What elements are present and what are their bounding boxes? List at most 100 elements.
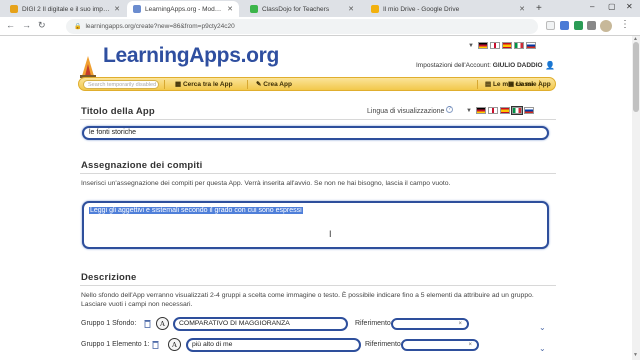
browser-tab-digi[interactable]: DIGI 2 Il digitale e il suo impatto ✕ — [4, 1, 126, 17]
group-1-element-1-label: Gruppo 1 Elemento 1: — [81, 341, 150, 348]
main-navigation: Search temporarily disabled ▦ Cerca tra … — [78, 77, 556, 91]
browse-apps-label: Cerca tra le App — [182, 81, 233, 88]
close-tab-icon[interactable]: ✕ — [114, 5, 120, 13]
grid-icon: ▦ — [175, 81, 183, 88]
selected-text: Leggi gli aggettivi e sistemali secondo … — [89, 207, 303, 214]
browser-toolbar: ← → ↻ 🔒 learningapps.org/create?new=86&f… — [0, 17, 640, 36]
browse-apps-link[interactable]: ▦ Cerca tra le App — [175, 80, 233, 88]
nav-divider — [247, 80, 248, 89]
my-apps-label: Le mie App — [515, 81, 551, 88]
flag-en-icon[interactable] — [489, 42, 500, 49]
chevron-down-icon[interactable]: ▼ — [466, 108, 472, 114]
flag-ru-icon[interactable] — [525, 42, 536, 49]
puzzle-icon[interactable] — [587, 21, 596, 30]
language-flags: ▼ — [468, 42, 536, 49]
account-settings[interactable]: Impostazioni dell'Account: GIULIO DADDIO — [416, 62, 543, 69]
star-icon[interactable] — [546, 21, 555, 30]
forward-icon[interactable]: → — [22, 20, 31, 30]
tab-title: LearningApps.org - Moduli e-lear — [145, 5, 223, 13]
group-1-element-1-input[interactable]: più alto di me — [186, 338, 361, 352]
chevron-down-icon[interactable]: ⌄ — [539, 323, 546, 332]
display-language-label: Lingua di visualizzazione — [367, 108, 445, 115]
browser-tab-learningapps[interactable]: LearningApps.org - Moduli e-lear ✕ — [127, 1, 239, 17]
task-assignment-textarea[interactable]: Leggi gli aggettivi e sistemali secondo … — [82, 201, 549, 249]
description-heading: Descrizione — [81, 272, 137, 283]
chevron-down-icon[interactable]: ⌄ — [539, 344, 546, 353]
text-mode-button[interactable]: A — [168, 338, 181, 351]
create-app-label: Crea App — [263, 81, 292, 88]
flag-ru-icon[interactable] — [523, 107, 534, 114]
reference-select[interactable]: × — [401, 339, 479, 351]
reference-label: Riferimento: — [365, 341, 403, 348]
help-icon[interactable]: ? — [446, 106, 453, 113]
extension-icon[interactable] — [560, 21, 569, 30]
minimize-icon[interactable]: – — [590, 2, 594, 11]
digi-favicon-icon — [10, 5, 18, 13]
tab-title: ClassDojo for Teachers — [262, 5, 330, 13]
profile-avatar[interactable] — [600, 20, 612, 32]
app-title-heading: Titolo della App — [81, 106, 155, 117]
page-content: LearningApps.org ▼ Impostazioni dell'Acc… — [0, 36, 632, 360]
flag-it-selected-icon[interactable] — [510, 106, 523, 115]
account-label: Impostazioni dell'Account: — [416, 62, 491, 69]
app-title-input[interactable]: le fonti storiche — [82, 126, 549, 140]
nav-divider — [477, 80, 478, 89]
nav-divider — [164, 80, 165, 89]
close-tab-icon[interactable]: ✕ — [519, 5, 525, 13]
close-window-icon[interactable]: ✕ — [626, 2, 633, 11]
browser-tab-classdojo[interactable]: ClassDojo for Teachers ✕ — [244, 1, 360, 17]
search-input[interactable]: Search temporarily disabled — [83, 79, 159, 89]
flag-de-icon[interactable] — [475, 107, 486, 114]
task-assignment-heading: Assegnazione dei compiti — [81, 160, 203, 171]
reload-icon[interactable]: ↻ — [38, 20, 46, 31]
divider — [80, 119, 556, 120]
account-name: GIULIO DADDIO — [492, 62, 543, 69]
trash-icon[interactable] — [144, 319, 151, 328]
menu-dots-icon[interactable]: ⋮ — [620, 19, 630, 30]
text-cursor-icon: I — [329, 229, 332, 239]
task-assignment-help: Inserisci un'assegnazione dei compiti pe… — [81, 180, 451, 187]
divider — [80, 173, 556, 174]
scroll-down-icon[interactable]: ▼ — [633, 352, 638, 358]
classdojo-favicon-icon — [250, 5, 258, 13]
lock-icon[interactable]: 🔒 — [74, 23, 81, 30]
trash-icon[interactable] — [152, 340, 159, 349]
extension-icon[interactable] — [574, 21, 583, 30]
classes-icon: ▤ — [485, 81, 493, 88]
browser-tab-bar: DIGI 2 Il digitale e il suo impatto ✕ Le… — [0, 0, 640, 17]
scrollbar-thumb[interactable] — [633, 42, 639, 112]
drive-favicon-icon — [371, 5, 379, 13]
flag-es-icon[interactable] — [501, 42, 512, 49]
page-scrollbar[interactable]: ▲ ▼ — [632, 36, 640, 360]
description-help-line-1: Nello sfondo dell'App verranno visualizz… — [81, 292, 534, 299]
close-tab-icon[interactable]: ✕ — [227, 5, 233, 13]
flag-es-icon[interactable] — [499, 107, 510, 114]
learningapps-favicon-icon — [133, 5, 141, 13]
close-tab-icon[interactable]: ✕ — [348, 5, 354, 13]
flag-de-icon[interactable] — [477, 42, 488, 49]
tab-title: DIGI 2 Il digitale e il suo impatto — [22, 5, 111, 13]
browser-tab-drive[interactable]: Il mio Drive - Google Drive ✕ — [365, 1, 531, 17]
reference-select[interactable]: × — [391, 318, 469, 330]
text-mode-button[interactable]: A — [156, 317, 169, 330]
group-1-background-label: Gruppo 1 Sfondo: — [81, 320, 137, 327]
group-1-background-input[interactable]: COMPARATIVO DI MAGGIORANZA — [173, 317, 348, 331]
flag-it-icon[interactable] — [513, 42, 524, 49]
new-tab-button[interactable]: + — [536, 3, 542, 14]
my-apps-link[interactable]: ▦ Le mie App — [508, 80, 551, 88]
logo-text[interactable]: LearningApps.org — [103, 44, 279, 68]
tab-title: Il mio Drive - Google Drive — [383, 5, 460, 13]
create-app-link[interactable]: ✎ Crea App — [256, 80, 292, 88]
chevron-down-icon[interactable]: ▼ — [468, 43, 474, 49]
display-language-flags: ▼ — [466, 106, 534, 115]
description-help-line-2: Lasciare vuoti i campi non necessari. — [81, 301, 193, 308]
flag-en-icon[interactable] — [487, 107, 498, 114]
learningapps-logo-icon — [80, 56, 96, 78]
url-text: learningapps.org/create?new=86&from=p9ct… — [85, 23, 235, 30]
back-icon[interactable]: ← — [6, 20, 15, 30]
user-icon[interactable]: 👤 — [545, 61, 555, 70]
divider — [80, 285, 556, 286]
maximize-icon[interactable]: ▢ — [608, 2, 616, 11]
apps-icon: ▦ — [508, 81, 516, 88]
address-bar[interactable]: 🔒 learningapps.org/create?new=86&from=p9… — [66, 19, 538, 34]
